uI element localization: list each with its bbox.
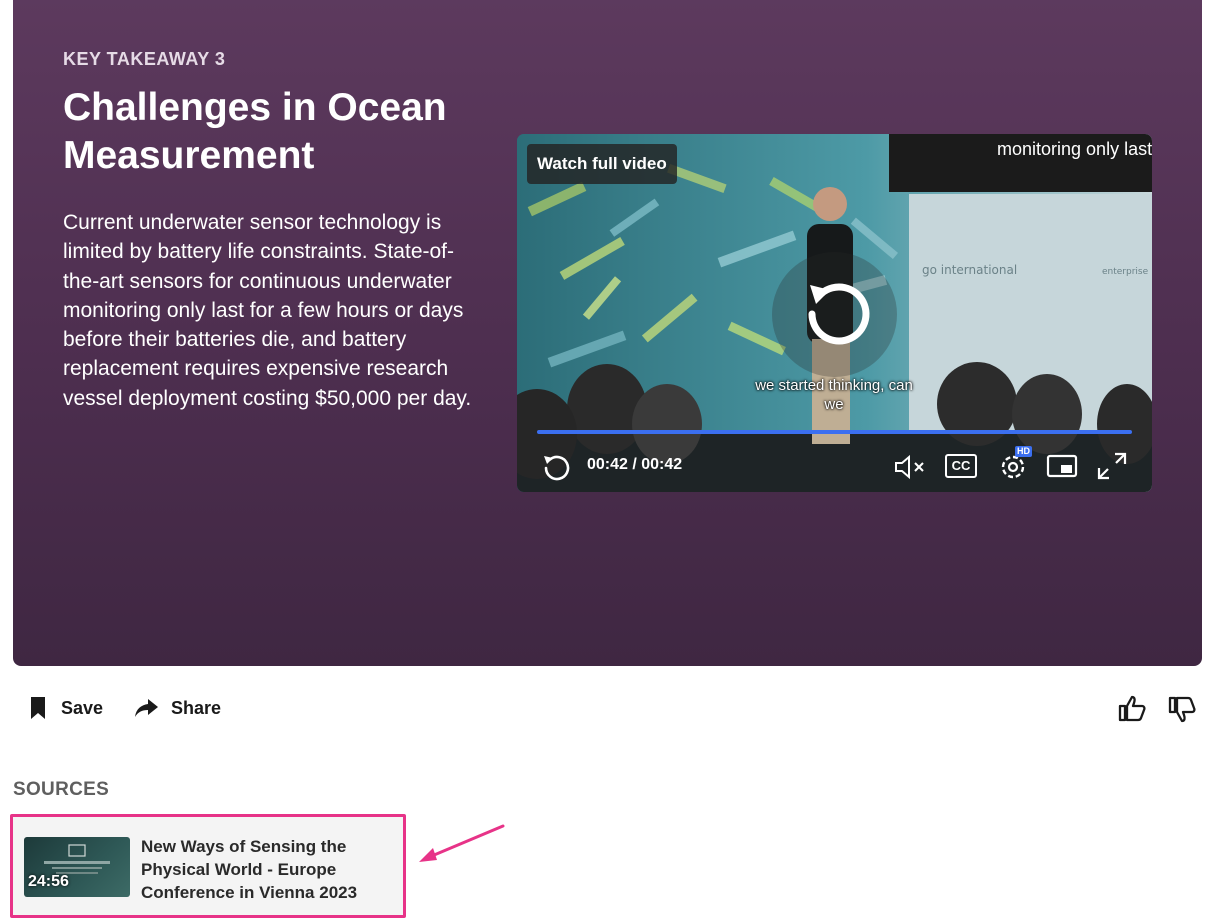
takeaway-body: Current underwater sensor technology is …	[63, 211, 472, 410]
share-label: Share	[171, 697, 222, 718]
share-button[interactable]: Share	[133, 693, 221, 723]
source-item[interactable]: 24:56 New Ways of Sensing the Physical W…	[10, 814, 406, 918]
replay-icon	[808, 283, 870, 345]
fullscreen-icon[interactable]	[1095, 450, 1129, 482]
save-button[interactable]: Save	[27, 693, 103, 723]
replay-overlay-button[interactable]	[772, 252, 897, 377]
video-subtitle: we started thinking, can we	[755, 377, 913, 413]
save-label: Save	[61, 697, 104, 718]
share-arrow-icon	[135, 699, 158, 717]
takeaway-title: Challenges in Ocean Measurement	[63, 86, 447, 177]
source-thumbnail: 24:56	[24, 837, 130, 897]
cc-button[interactable]: CC	[945, 454, 977, 478]
annotation-arrow-icon	[419, 824, 505, 862]
video-player[interactable]: go international enterprise monitoring o…	[517, 134, 1152, 492]
svg-text:enterprise: enterprise	[1102, 267, 1149, 277]
source-duration: 24:56	[28, 873, 69, 890]
mute-icon[interactable]	[891, 452, 931, 482]
video-top-caption: monitoring only last	[997, 139, 1152, 159]
bookmark-icon	[31, 697, 45, 719]
video-progress-bar[interactable]	[537, 430, 1132, 434]
watch-full-video-button[interactable]: Watch full video	[527, 144, 677, 184]
pip-icon[interactable]	[1045, 452, 1079, 480]
hd-badge: HD	[1015, 446, 1032, 457]
takeaway-kicker: KEY TAKEAWAY 3	[63, 49, 226, 69]
source-title: New Ways of Sensing the Physical World -…	[141, 837, 358, 902]
replay-icon[interactable]	[537, 450, 573, 486]
sources-heading: SOURCES	[13, 779, 110, 800]
thumbs-up-icon[interactable]	[1116, 693, 1148, 725]
svg-text:go international: go international	[922, 263, 1017, 277]
video-time: 00:42 / 00:42	[587, 456, 683, 473]
thumbs-down-icon[interactable]	[1166, 693, 1198, 725]
